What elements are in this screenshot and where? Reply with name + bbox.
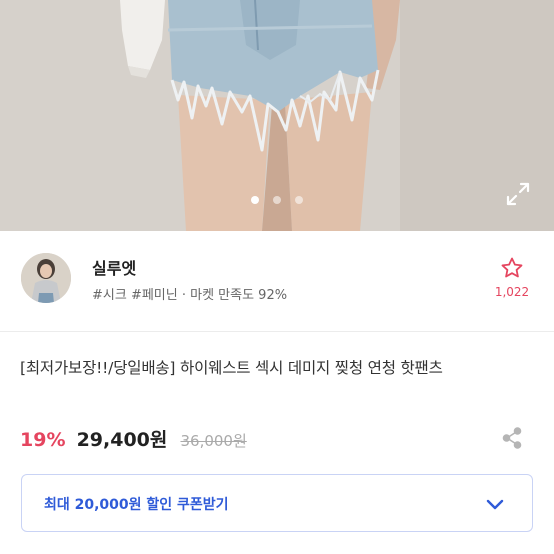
favorite-button[interactable]: 1,022: [488, 256, 536, 299]
coupon-label: 최대 20,000원 할인 쿠폰받기: [44, 497, 229, 513]
product-image-gallery[interactable]: [0, 0, 554, 231]
gallery-dot[interactable]: [295, 196, 303, 204]
gallery-dot[interactable]: [251, 196, 259, 204]
section-divider: [0, 331, 554, 332]
product-title: [최저가보장!!/당일배송] 하이웨스트 섹시 데미지 찢청 연청 핫팬츠: [20, 359, 443, 377]
avatar[interactable]: [21, 253, 71, 303]
share-icon[interactable]: [500, 426, 524, 450]
gallery-pagination[interactable]: [0, 196, 554, 204]
favorite-count: 1,022: [494, 285, 530, 299]
original-price: 36,000원: [180, 432, 247, 450]
discount-rate: 19%: [20, 429, 66, 451]
coupon-button[interactable]: 최대 20,000원 할인 쿠폰받기: [21, 474, 533, 532]
expand-icon[interactable]: [504, 180, 532, 208]
chevron-down-icon: [486, 499, 504, 510]
star-outline-icon: [501, 257, 523, 278]
sale-price: 29,400원: [76, 429, 168, 451]
seller-name[interactable]: 실루엣: [92, 255, 136, 279]
price-row: 19% 29,400원 36,000원: [20, 425, 247, 451]
gallery-dot[interactable]: [273, 196, 281, 204]
seller-meta: #시크 #페미닌 · 마켓 만족도 92%: [92, 288, 288, 303]
seller-section: [0, 231, 554, 331]
